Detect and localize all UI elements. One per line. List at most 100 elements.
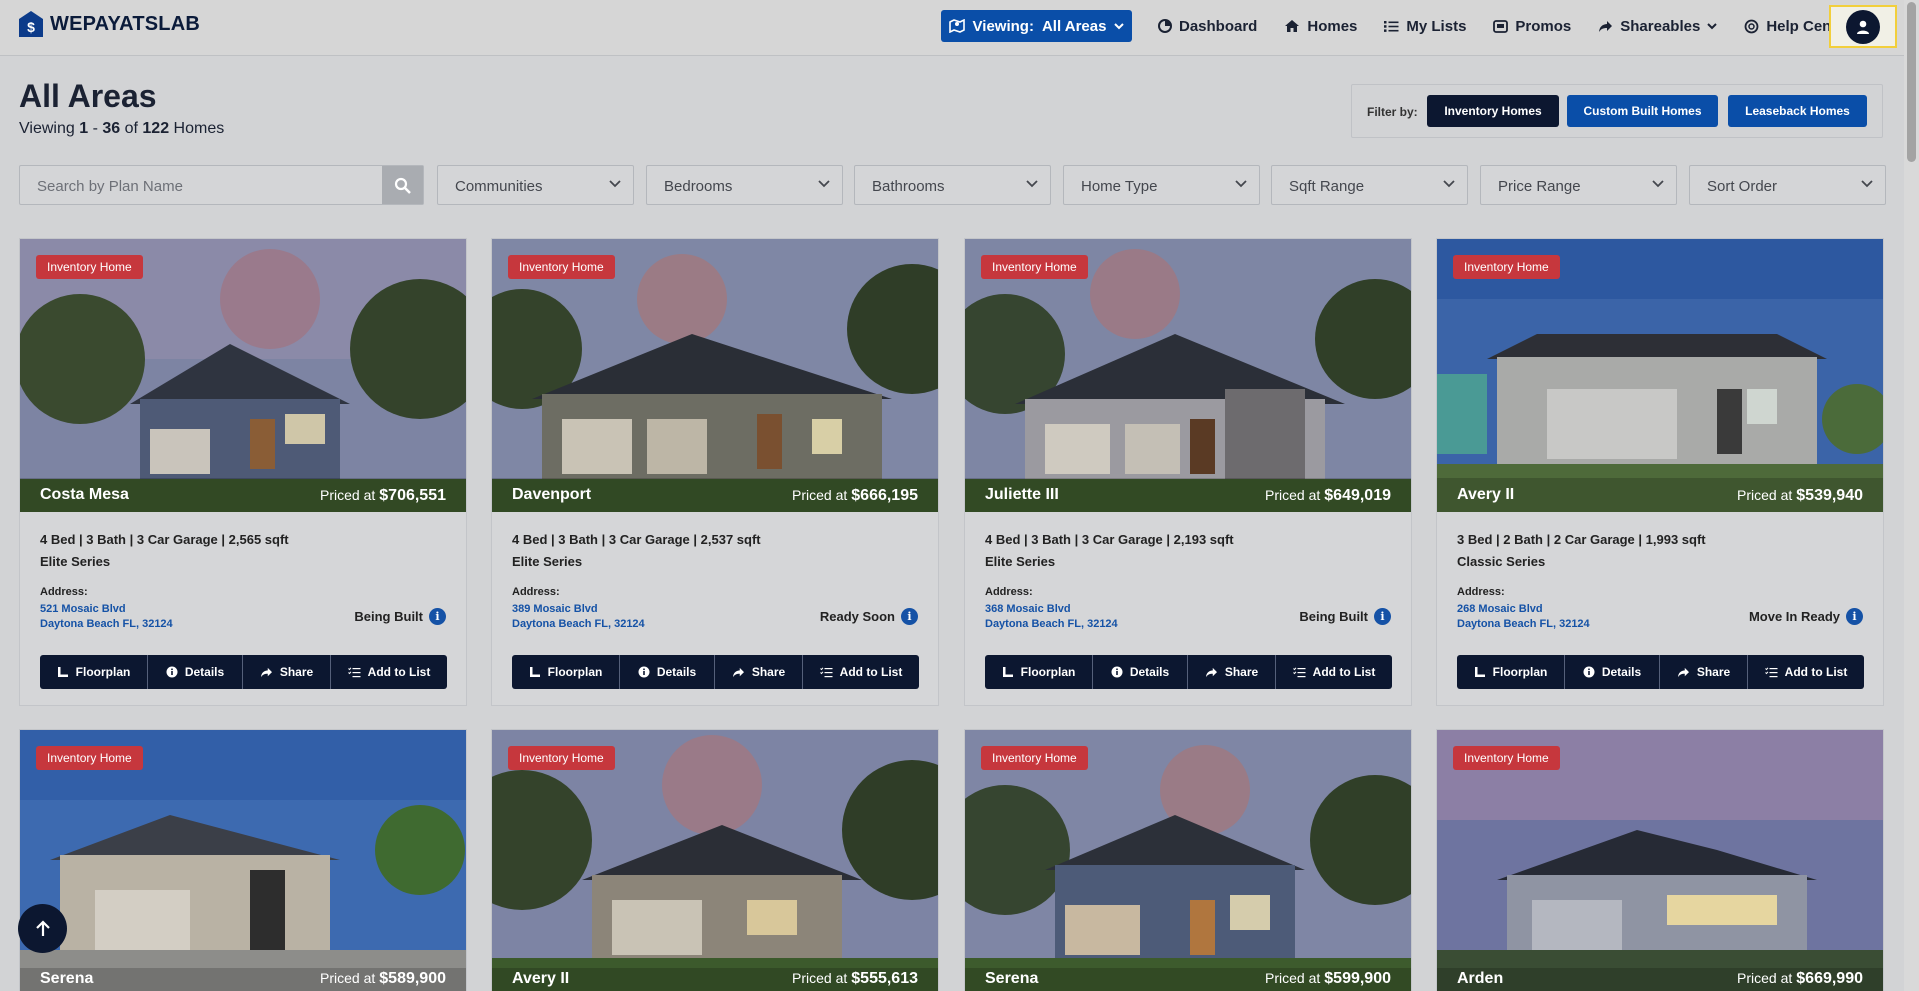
page-scrollbar[interactable] (1904, 0, 1919, 991)
floorplan-button[interactable]: Floorplan (40, 655, 148, 689)
list-check-icon (347, 666, 361, 677)
home-photo[interactable]: Inventory Home Serena Priced at $599,900 (965, 730, 1411, 991)
address-label: Address: (985, 586, 1033, 598)
floorplan-icon (1002, 667, 1013, 677)
filter-inventory-homes-button[interactable]: Inventory Homes (1427, 95, 1559, 127)
address-line-1[interactable]: 389 Mosaic Blvd (512, 603, 598, 615)
add-to-list-button[interactable]: Add to List (1276, 655, 1392, 689)
share-button[interactable]: Share (1188, 655, 1276, 689)
add-to-list-button[interactable]: Add to List (1748, 655, 1864, 689)
home-card[interactable]: Inventory Home Serena Priced at $599,900 (964, 729, 1412, 991)
photo-caption: Serena Priced at $589,900 (20, 968, 466, 991)
home-photo[interactable]: Inventory Home Davenport Priced at $666,1… (492, 239, 938, 512)
floorplan-button[interactable]: Floorplan (985, 655, 1093, 689)
home-photo[interactable]: Inventory Home Costa Mesa Priced at $706,… (20, 239, 466, 512)
chevron-down-icon (818, 180, 830, 188)
home-card[interactable]: Inventory Home Avery II Priced at $555,61… (491, 729, 939, 991)
info-circle-icon (1111, 666, 1123, 678)
filter-leaseback-homes-button[interactable]: Leaseback Homes (1728, 95, 1867, 127)
home-card[interactable]: Inventory Home Costa Mesa Priced at $706,… (19, 238, 467, 706)
home-card[interactable]: Inventory Home Avery II Priced at $539,94… (1436, 238, 1884, 706)
home-card[interactable]: Inventory Home Arden Priced at $669,990 (1436, 729, 1884, 991)
nav-homes[interactable]: Homes (1284, 18, 1357, 35)
floorplan-button[interactable]: Floorplan (512, 655, 620, 689)
inventory-home-badge: Inventory Home (36, 746, 143, 770)
list-check-icon (819, 666, 833, 677)
share-button[interactable]: Share (715, 655, 803, 689)
nav-my-lists[interactable]: My Lists (1384, 18, 1466, 35)
photo-caption: Avery II Priced at $555,613 (492, 968, 938, 991)
floorplan-icon (1474, 667, 1485, 677)
house-dollar-icon: $ (19, 11, 43, 37)
address-line-1[interactable]: 368 Mosaic Blvd (985, 603, 1071, 615)
share-button[interactable]: Share (243, 655, 331, 689)
info-icon[interactable]: i (1846, 608, 1863, 625)
bathrooms-dropdown[interactable]: Bathrooms (854, 165, 1051, 205)
details-button[interactable]: Details (1093, 655, 1188, 689)
home-price: Priced at $555,613 (792, 970, 918, 987)
info-icon[interactable]: i (1374, 608, 1391, 625)
card-actions: Floorplan Details Share Add to List (40, 655, 447, 689)
add-to-list-button[interactable]: Add to List (803, 655, 919, 689)
home-series: Elite Series (40, 554, 111, 569)
info-circle-icon (638, 666, 650, 678)
address-line-2[interactable]: Daytona Beach FL, 32124 (1457, 618, 1590, 630)
nav-promos[interactable]: Promos (1493, 18, 1571, 35)
search-button[interactable] (382, 166, 423, 204)
home-photo[interactable]: Inventory Home Avery II Priced at $555,61… (492, 730, 938, 991)
map-icon (948, 19, 965, 33)
home-photo[interactable]: Inventory Home Serena Priced at $589,900 (20, 730, 466, 991)
details-button[interactable]: Details (148, 655, 243, 689)
details-button[interactable]: Details (1565, 655, 1660, 689)
address-line-2[interactable]: Daytona Beach FL, 32124 (985, 618, 1118, 630)
nav-dashboard[interactable]: Dashboard (1158, 18, 1257, 35)
bedrooms-dropdown[interactable]: Bedrooms (646, 165, 843, 205)
user-menu-button[interactable] (1829, 5, 1897, 48)
info-icon[interactable]: i (429, 608, 446, 625)
home-photo[interactable]: Inventory Home Juliette III Priced at $64… (965, 239, 1411, 512)
main-nav: Dashboard Homes My Lists Promos Shareabl… (1158, 14, 1878, 38)
search-input[interactable]: Search by Plan Name (37, 178, 183, 195)
add-to-list-button[interactable]: Add to List (331, 655, 447, 689)
communities-dropdown[interactable]: Communities (437, 165, 634, 205)
home-photo[interactable]: Inventory Home Avery II Priced at $539,94… (1437, 239, 1883, 512)
photo-caption: Davenport Priced at $666,195 (492, 478, 938, 512)
share-icon (260, 667, 272, 677)
chevron-down-icon (1443, 180, 1455, 188)
sqft-range-dropdown[interactable]: Sqft Range (1271, 165, 1468, 205)
avatar (1846, 9, 1880, 44)
nav-shareables[interactable]: Shareables (1598, 18, 1718, 35)
viewing-area-dropdown[interactable]: Viewing: All Areas (941, 10, 1132, 42)
filter-panel: Filter by: Inventory Homes Custom Built … (1351, 84, 1883, 138)
address-line-2[interactable]: Daytona Beach FL, 32124 (512, 618, 645, 630)
house-rendering (492, 239, 938, 512)
home-price: Priced at $706,551 (320, 487, 446, 504)
price-range-dropdown[interactable]: Price Range (1480, 165, 1677, 205)
card-actions: Floorplan Details Share Add to List (985, 655, 1392, 689)
home-type-dropdown[interactable]: Home Type (1063, 165, 1260, 205)
filter-custom-built-homes-button[interactable]: Custom Built Homes (1567, 95, 1718, 127)
sort-order-dropdown[interactable]: Sort Order (1689, 165, 1886, 205)
share-button[interactable]: Share (1660, 655, 1748, 689)
home-card[interactable]: Inventory Home Juliette III Priced at $64… (964, 238, 1412, 706)
details-button[interactable]: Details (620, 655, 715, 689)
scroll-to-top-button[interactable] (18, 904, 67, 953)
inventory-home-badge: Inventory Home (981, 255, 1088, 279)
home-card[interactable]: Inventory Home Serena Priced at $589,900 (19, 729, 467, 991)
info-icon[interactable]: i (901, 608, 918, 625)
home-card[interactable]: Inventory Home Davenport Priced at $666,1… (491, 238, 939, 706)
chevron-down-icon (1652, 180, 1664, 188)
home-name: Serena (985, 970, 1039, 987)
address-line-2[interactable]: Daytona Beach FL, 32124 (40, 618, 173, 630)
top-navbar: $ WEPAYATSLAB Viewing: All Areas Dashboa… (0, 0, 1919, 56)
scrollbar-thumb[interactable] (1907, 2, 1916, 162)
floorplan-button[interactable]: Floorplan (1457, 655, 1565, 689)
address-line-1[interactable]: 268 Mosaic Blvd (1457, 603, 1543, 615)
list-icon (1384, 20, 1399, 32)
address-line-1[interactable]: 521 Mosaic Blvd (40, 603, 126, 615)
home-price: Priced at $599,900 (1265, 970, 1391, 987)
home-photo[interactable]: Inventory Home Arden Priced at $669,990 (1437, 730, 1883, 991)
home-icon (1285, 20, 1300, 32)
help-icon (1744, 19, 1759, 33)
brand-logo[interactable]: $ WEPAYATSLAB (18, 10, 200, 38)
